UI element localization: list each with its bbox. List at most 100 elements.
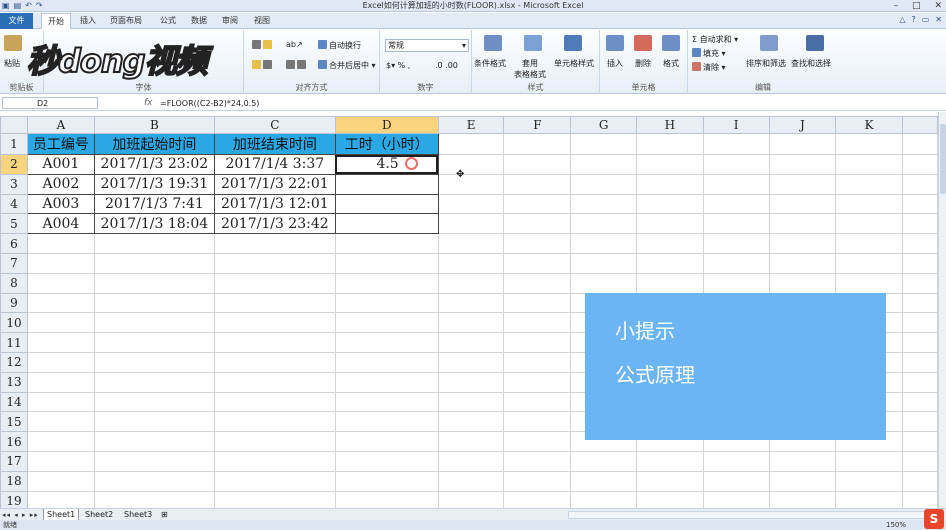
cell-h19[interactable] [636,490,704,508]
cell-c12[interactable] [213,351,336,373]
cell-x7[interactable] [902,252,938,274]
align-top-icon[interactable] [252,40,274,50]
cell-b5[interactable]: 2017/1/3 18:04 [93,213,215,235]
cell-x15[interactable] [902,411,938,433]
cell-b7[interactable] [93,252,215,274]
format-cells-button[interactable]: 格式 [663,58,679,69]
cell-b6[interactable] [93,233,215,254]
cell-g4[interactable] [570,193,638,215]
cell-b12[interactable] [93,351,215,373]
cell-h8[interactable] [636,272,704,294]
cell-a14[interactable] [26,391,95,413]
horizontal-scrollbar[interactable] [568,511,938,519]
cell-d10[interactable] [334,312,439,334]
find-select-button[interactable]: 查找和选择 [791,58,831,69]
cell-a15[interactable] [26,411,95,433]
scroll-thumb[interactable] [940,124,946,194]
cell-i18[interactable] [702,470,770,492]
cell-c16[interactable] [213,431,336,452]
cell-c19[interactable] [213,490,336,508]
cell-c11[interactable] [213,332,336,353]
sort-filter-button[interactable]: 排序和筛选 [746,58,786,69]
cell-c1[interactable]: 加班结束时间 [213,133,336,155]
cell-c5[interactable]: 2017/1/3 23:42 [213,213,336,235]
ime-icon[interactable]: S [924,509,944,529]
cell-e4[interactable] [437,193,505,215]
sort-filter-icon[interactable] [760,35,778,51]
format-table-icon[interactable] [524,35,542,51]
row-header-7[interactable]: 7 [0,252,28,274]
cell-b4[interactable]: 2017/1/3 7:41 [93,193,215,215]
cell-a9[interactable] [26,292,95,314]
fill-button[interactable]: 填充 ▾ [692,48,726,59]
cell-x2[interactable] [902,154,938,175]
tab-insert[interactable]: 插入 [80,13,96,29]
cell-g5[interactable] [570,213,638,235]
cell-b19[interactable] [93,490,215,508]
cell-g3[interactable] [570,173,638,195]
cell-c2[interactable]: 2017/1/4 3:37 [213,154,336,175]
paste-button[interactable]: 粘贴 [4,58,20,69]
cell-d8[interactable] [334,272,439,294]
cell-a2[interactable]: A001 [26,154,95,175]
cell-j18[interactable] [768,470,837,492]
cell-h3[interactable] [636,173,704,195]
row-header-12[interactable]: 12 [0,351,28,373]
tab-file[interactable]: 文件 [0,13,33,29]
cell-e6[interactable] [437,233,505,254]
number-format-select[interactable]: 常规 ▾ [385,39,469,52]
cell-d3[interactable] [334,173,439,195]
conditional-format-button[interactable]: 条件格式 [474,58,506,69]
cell-d18[interactable] [334,470,439,492]
column-header-a[interactable]: A [26,116,95,134]
cell-j19[interactable] [768,490,837,508]
cell-a19[interactable] [26,490,95,508]
column-header-e[interactable]: E [437,116,505,134]
paste-icon[interactable] [4,35,22,51]
conditional-format-icon[interactable] [484,35,502,51]
row-header-10[interactable]: 10 [0,312,28,334]
format-cells-icon[interactable] [662,35,680,51]
cell-h17[interactable] [636,450,704,472]
cell-e10[interactable] [437,312,505,334]
cell-e17[interactable] [437,450,505,472]
cell-h6[interactable] [636,233,704,254]
merge-center-button[interactable]: 合并后居中 ▾ [318,60,376,71]
cell-b9[interactable] [93,292,215,314]
cell-f3[interactable] [503,173,572,195]
cell-b2[interactable]: 2017/1/3 23:02 [93,154,215,175]
cell-h1[interactable] [636,133,704,155]
cell-d9[interactable] [334,292,439,314]
restore-icon[interactable]: ▭ [922,15,930,24]
cell-c14[interactable] [213,391,336,413]
cell-j7[interactable] [768,252,837,274]
cell-g18[interactable] [570,470,638,492]
row-header-1[interactable]: 1 [0,133,28,155]
cell-f13[interactable] [503,371,572,393]
find-select-icon[interactable] [806,35,824,51]
cell-e8[interactable] [437,272,505,294]
cell-b1[interactable]: 加班起始时间 [93,133,215,155]
tab-data[interactable]: 数据 [191,13,207,29]
cell-a4[interactable]: A003 [26,193,95,215]
cell-e3[interactable] [437,173,505,195]
cell-b16[interactable] [93,431,215,452]
cell-k3[interactable] [835,173,904,195]
cell-k6[interactable] [835,233,904,254]
row-header-13[interactable]: 13 [0,371,28,393]
cell-h7[interactable] [636,252,704,274]
cell-k17[interactable] [835,450,904,472]
cell-x1[interactable] [902,133,938,155]
column-header-f[interactable]: F [503,116,572,134]
column-header-c[interactable]: C [213,116,336,134]
cell-j3[interactable] [768,173,837,195]
cell-a12[interactable] [26,351,95,373]
cell-e19[interactable] [437,490,505,508]
tab-review[interactable]: 审阅 [222,13,238,29]
column-header-g[interactable]: G [570,116,638,134]
cell-a1[interactable]: 员工编号 [26,133,95,155]
cell-i17[interactable] [702,450,770,472]
cell-g8[interactable] [570,272,638,294]
row-header-16[interactable]: 16 [0,431,28,452]
cell-f5[interactable] [503,213,572,235]
